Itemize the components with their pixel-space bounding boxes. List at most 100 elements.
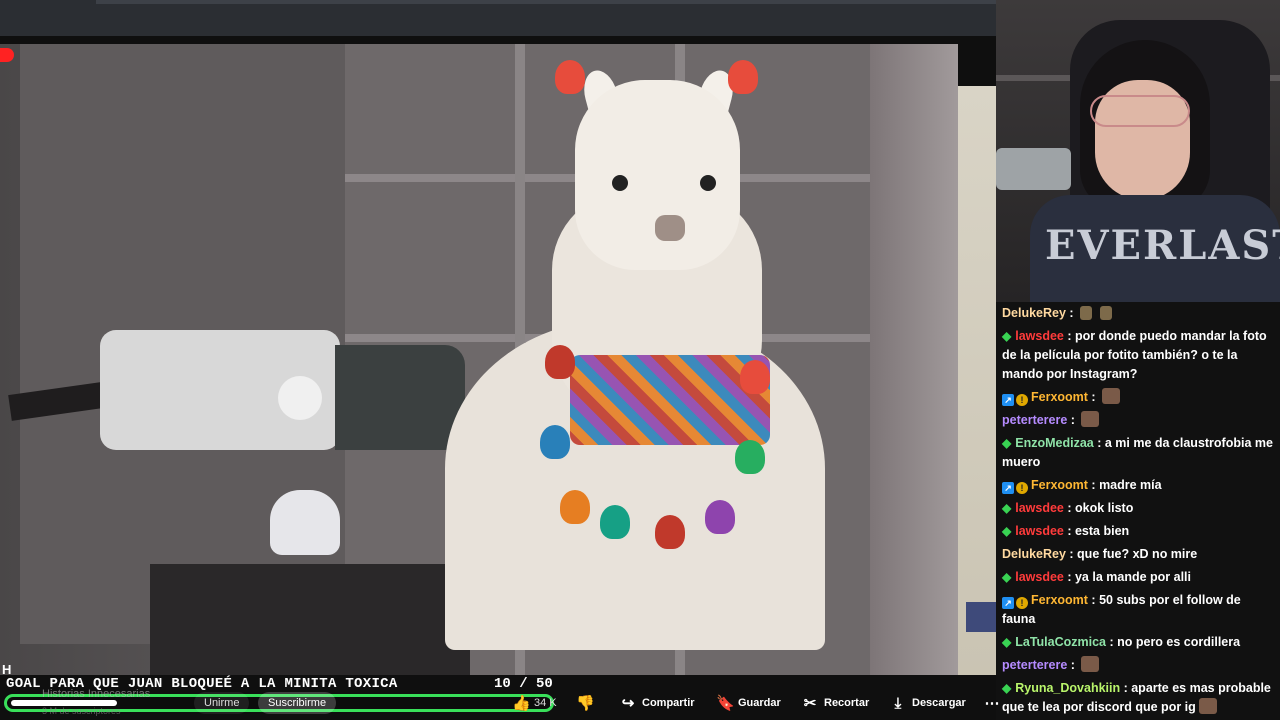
chat-separator: :: [1065, 547, 1078, 561]
save-button[interactable]: 🔖 Guardar: [716, 692, 781, 714]
chat-message: DelukeRey : que fue? xD no mire: [1002, 545, 1274, 564]
curtain: [870, 44, 958, 675]
tassel: [655, 515, 685, 549]
subscriber-count: 3 M de suscriptores: [42, 706, 121, 716]
goal-marker: H: [2, 662, 12, 677]
alpaca-head: [575, 80, 740, 270]
share-label: Compartir: [642, 697, 695, 709]
dislike-button[interactable]: 👎: [576, 692, 595, 714]
streamer-glasses: [1090, 95, 1190, 127]
alpaca-nose: [655, 215, 685, 241]
goal-count: 10 / 50: [494, 676, 553, 692]
prime-badge-icon: ↗: [1002, 597, 1014, 609]
share-icon: ↪: [621, 695, 635, 712]
download-button[interactable]: ⤓ Descargar: [890, 692, 966, 714]
top-bar-line: [96, 0, 996, 4]
join-button[interactable]: Unirme: [194, 692, 250, 714]
chat-separator: :: [1063, 524, 1075, 538]
chat-message: ◆ lawsdee : por donde puedo mandar la fot…: [1002, 327, 1274, 384]
tassel: [740, 360, 770, 394]
chat-separator: :: [1067, 413, 1079, 427]
chat-username[interactable]: LaTulaCozmica: [1015, 635, 1106, 649]
chat-text: que fue? xD no mire: [1077, 547, 1198, 561]
chat-text: madre mía: [1099, 478, 1162, 492]
share-button[interactable]: ↪ Compartir: [620, 692, 695, 714]
subscribe-label: Suscribirme: [268, 697, 327, 709]
download-icon: ⤓: [894, 694, 902, 712]
clip-label: Recortar: [824, 697, 870, 709]
chat-username[interactable]: Ferxoomt: [1031, 390, 1088, 404]
badges: ↗!: [1002, 597, 1028, 609]
sub-badge-icon: ◆: [1002, 436, 1012, 450]
chat-username[interactable]: DelukeRey: [1002, 547, 1066, 561]
chat-message: ◆ lawsdee : ya la mande por alli: [1002, 568, 1274, 587]
emote-icon: [1080, 306, 1093, 320]
alpaca-eye: [612, 175, 628, 191]
emote-icon: [1081, 656, 1100, 672]
chat-separator: :: [1087, 478, 1100, 492]
chat-username[interactable]: lawsdee: [1015, 501, 1064, 515]
browser-top-bar: [0, 0, 996, 36]
chat-separator: :: [1087, 390, 1100, 404]
sub-badge-icon: ◆: [1002, 524, 1012, 538]
chat-username[interactable]: DelukeRey: [1002, 306, 1066, 320]
chat-text: esta bien: [1074, 524, 1130, 538]
like-button[interactable]: 👍 34 K: [512, 692, 557, 714]
chat-separator: :: [1067, 658, 1079, 672]
sub-badge-icon: ◆: [1002, 501, 1012, 515]
sub-badge-icon: ◆: [1002, 681, 1012, 695]
chat-message: peterterere :: [1002, 411, 1274, 430]
chat-message-list: DelukeRey : ◆ lawsdee : por donde puedo m…: [1002, 304, 1274, 720]
save-label: Guardar: [738, 697, 781, 709]
chat-username[interactable]: peterterere: [1002, 413, 1067, 427]
chat-message: DelukeRey :: [1002, 304, 1274, 323]
download-label: Descargar: [912, 697, 966, 709]
chat-username[interactable]: Ferxoomt: [1031, 478, 1088, 492]
chat-separator: :: [1106, 635, 1118, 649]
chat-username[interactable]: peterterere: [1002, 658, 1067, 672]
tassel: [735, 440, 765, 474]
chat-username[interactable]: lawsdee: [1015, 524, 1064, 538]
scissors-icon: ✂: [803, 695, 817, 712]
sub-badge-icon: ◆: [1002, 570, 1012, 584]
channel-name[interactable]: Historias Innecesarias: [42, 688, 150, 700]
tassel: [728, 60, 758, 94]
more-icon: ⋯: [984, 695, 1000, 712]
join-label: Unirme: [204, 697, 240, 709]
chat-username[interactable]: EnzoMedizaa: [1015, 436, 1094, 450]
badges: ↗!: [1002, 482, 1028, 494]
prime-badge-icon: ↗: [1002, 482, 1014, 494]
chat-separator: :: [1087, 593, 1100, 607]
chat-username[interactable]: Ferxoomt: [1031, 593, 1088, 607]
chat-text: no pero es cordillera: [1117, 635, 1241, 649]
desk: [150, 564, 470, 675]
chat-username[interactable]: lawsdee: [1015, 329, 1064, 343]
clip-button[interactable]: ✂ Recortar: [802, 692, 870, 714]
tassel: [555, 60, 585, 94]
toy-keychain: [270, 490, 340, 555]
chat-username[interactable]: lawsdee: [1015, 570, 1064, 584]
chat-message: ↗! Ferxoomt : 50 subs por el follow de fa…: [1002, 591, 1274, 629]
side-stripe: [958, 86, 996, 675]
live-indicator-icon: [0, 48, 14, 62]
chat-message: ◆ Ryuna_Dovahkiin : aparte es mas probabl…: [1002, 679, 1274, 717]
alpaca-eye: [700, 175, 716, 191]
tassel: [705, 500, 735, 534]
chat-message: ↗! Ferxoomt :: [1002, 388, 1274, 407]
prime-badge-icon: ↗: [1002, 394, 1014, 406]
chat-username[interactable]: Ryuna_Dovahkiin: [1015, 681, 1120, 695]
sub-badge-icon: ◆: [1002, 635, 1012, 649]
tassel: [540, 425, 570, 459]
chat-text: okok listo: [1074, 501, 1134, 515]
chat-message: peterterere :: [1002, 656, 1274, 675]
chat-separator: :: [1065, 306, 1078, 320]
subscribe-button[interactable]: Suscribirme: [258, 692, 337, 714]
coin-badge-icon: !: [1016, 597, 1028, 609]
tassel: [545, 345, 575, 379]
hoodie-print: EVERLAST: [1045, 222, 1280, 269]
chat-separator: :: [1063, 570, 1075, 584]
microphone-grille: [335, 345, 465, 450]
more-actions-button[interactable]: ⋯: [984, 692, 1000, 714]
emote-icon: [1081, 411, 1100, 427]
chat-message: ◆ lawsdee : okok listo: [1002, 499, 1274, 518]
